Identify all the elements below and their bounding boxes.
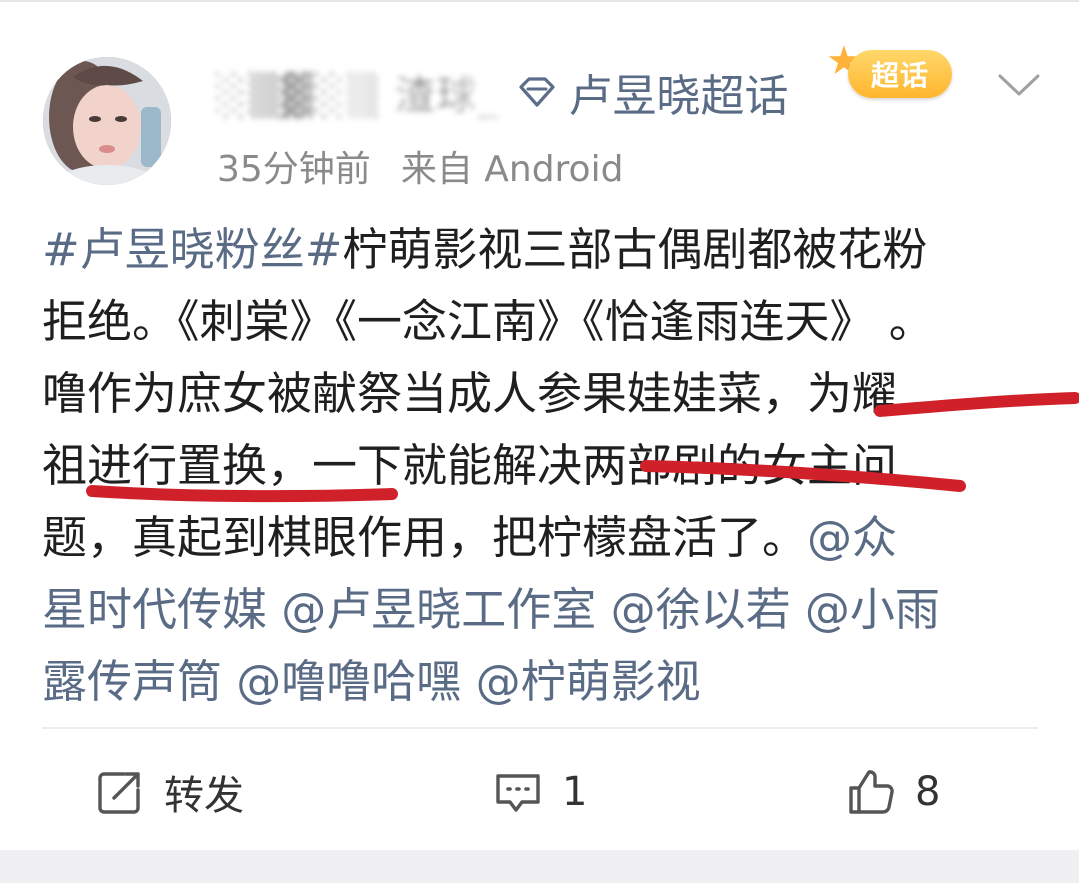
thumbs-up-icon bbox=[849, 770, 894, 814]
comment-icon bbox=[496, 774, 540, 812]
author-row: ░▒▓░▒ 渣球_ 卢昱晓超话 bbox=[216, 62, 789, 122]
content-line: 拒绝。《刺棠》《一念江南》《恰逢雨连天》 。 bbox=[42, 286, 1042, 358]
content-text: 拒绝。《刺棠》《一念江南》《恰逢雨连天》 。 bbox=[42, 295, 934, 348]
content-link[interactable]: @众 bbox=[807, 511, 897, 564]
content-line: #卢昱晓粉丝#柠萌影视三部古偶剧都被花粉 bbox=[42, 214, 1042, 286]
repost-button[interactable]: 转发 bbox=[94, 747, 244, 837]
repost-icon bbox=[98, 772, 140, 814]
super-topic-diamond-icon bbox=[515, 70, 559, 114]
super-topic-badge-label: 超话 bbox=[848, 50, 952, 98]
content-line: 星时代传媒 @卢昱晓工作室 @徐以若 @小雨 bbox=[42, 574, 1042, 646]
content-text: 柠萌影视三部古偶剧都被花粉 bbox=[342, 223, 928, 276]
avatar[interactable] bbox=[43, 57, 171, 185]
like-button[interactable]: 8 bbox=[845, 747, 940, 837]
super-topic-badge[interactable]: ★ 超话 bbox=[826, 38, 954, 100]
content-text: 祖进行置换，一下就能解决两部剧的女主问 bbox=[42, 439, 898, 492]
repost-label: 转发 bbox=[164, 773, 244, 819]
content-line: 噜作为庶女被献祭当成人参果娃娃菜，为耀 bbox=[42, 358, 1042, 430]
post-meta: 35分钟前 来自 Android bbox=[217, 140, 623, 192]
weibo-post-card: ░▒▓░▒ 渣球_ 卢昱晓超话 35分钟前 来自 Android ★ 超话 #卢昱… bbox=[0, 0, 1079, 850]
post-time: 35分钟前 bbox=[217, 149, 371, 190]
content-link[interactable]: 星时代传媒 @卢昱晓工作室 @徐以若 @小雨 bbox=[42, 583, 940, 636]
content-text: 噜作为庶女被献祭当成人参果娃娃菜，为耀 bbox=[42, 367, 898, 420]
like-count: 8 bbox=[915, 769, 941, 815]
content-line: 露传声筒 @噜噜哈嘿 @柠萌影视 bbox=[42, 646, 1042, 718]
avatar-image bbox=[43, 57, 171, 185]
post-source: 来自 Android bbox=[400, 149, 624, 190]
content-link[interactable]: #卢昱晓粉丝# bbox=[42, 223, 342, 276]
content-line: 题，真起到棋眼作用，把柠檬盘活了。@众 bbox=[42, 502, 1042, 574]
post-content: #卢昱晓粉丝#柠萌影视三部古偶剧都被花粉拒绝。《刺棠》《一念江南》《恰逢雨连天》… bbox=[42, 214, 1042, 718]
content-line: 祖进行置换，一下就能解决两部剧的女主问 bbox=[42, 430, 1042, 502]
comment-count: 1 bbox=[562, 769, 588, 815]
content-text: 题，真起到棋眼作用，把柠檬盘活了。 bbox=[42, 511, 808, 564]
chevron-down-icon[interactable] bbox=[994, 64, 1044, 104]
super-topic-link[interactable]: 卢昱晓超话 bbox=[569, 60, 789, 124]
comment-button[interactable]: 1 bbox=[492, 747, 587, 837]
divider bbox=[42, 727, 1038, 729]
action-bar: 转发 1 8 bbox=[0, 747, 1079, 837]
author-nickname[interactable]: ░▒▓░▒ 渣球_ bbox=[216, 63, 501, 121]
content-link[interactable]: 露传声筒 @噜噜哈嘿 @柠萌影视 bbox=[42, 655, 701, 708]
